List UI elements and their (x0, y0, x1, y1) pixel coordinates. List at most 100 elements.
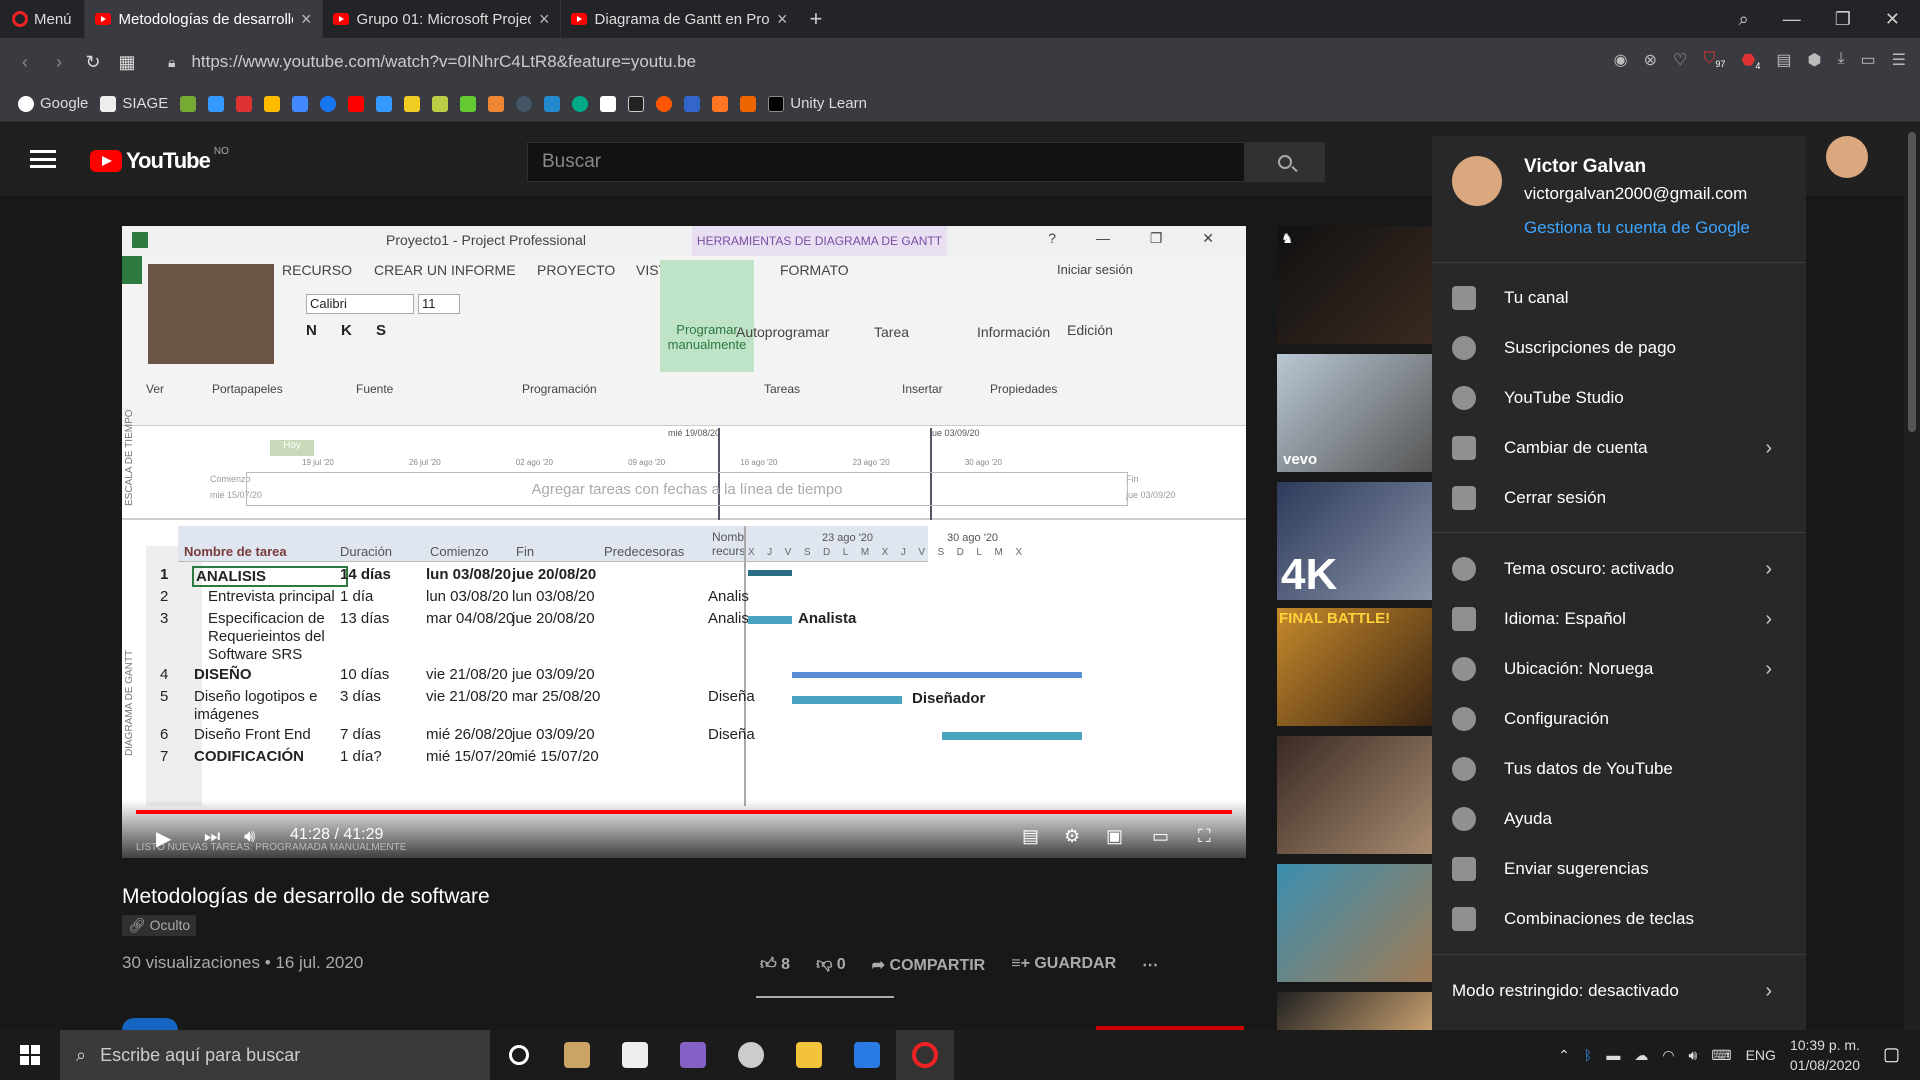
bookmark-icon[interactable] (516, 95, 533, 112)
bookmark-icon[interactable] (376, 95, 393, 112)
browser-tab-2[interactable]: Grupo 01: Microsoft Projec × (321, 0, 560, 38)
reload-icon[interactable]: ↻ (76, 52, 110, 73)
menu-item-dark-theme[interactable]: Tema oscuro: activado › (1432, 544, 1806, 594)
menu-item-location[interactable]: Ubicación: Noruega › (1432, 644, 1806, 694)
menu-item-your-data[interactable]: Tus datos de YouTube (1432, 744, 1806, 794)
bookmark-icon[interactable] (544, 95, 561, 112)
clock[interactable]: 10:39 p. m. 01/08/2020 (1790, 1035, 1860, 1075)
menu-item-feedback[interactable]: Enviar sugerencias (1432, 844, 1806, 894)
close-tab-icon[interactable]: × (777, 9, 788, 30)
bookmark-icon[interactable] (208, 95, 225, 112)
bookmark-unity-learn[interactable]: Unity Learn (768, 95, 867, 112)
menu-item-sign-out[interactable]: Cerrar sesión (1432, 473, 1806, 523)
bookmark-icon[interactable] (684, 95, 701, 112)
youtube-logo[interactable]: YouTube NO (90, 146, 229, 174)
save-button[interactable]: ≡+ GUARDAR (1011, 955, 1116, 975)
browser-tab-1[interactable]: Metodologías de desarrollo × (83, 0, 322, 38)
adblock-plus-icon[interactable]: ⬣4 (1741, 50, 1760, 71)
bookmark-icon[interactable] (572, 95, 589, 112)
lock-icon[interactable]: 🔒︎ (168, 54, 175, 71)
fullscreen-icon[interactable]: ⛶ (1198, 826, 1211, 847)
menu-item-restricted-mode[interactable]: Modo restringido: desactivado › (1432, 966, 1806, 1016)
volume-icon[interactable]: 🔊︎ (244, 826, 255, 847)
duolingo-icon[interactable] (460, 95, 477, 112)
url-field[interactable]: https://www.youtube.com/watch?v=0INhrC4L… (191, 52, 696, 72)
ublock-icon[interactable]: ⛉97 (1703, 50, 1725, 71)
menu-item-keyboard-shortcuts[interactable]: Combinaciones de teclas (1432, 894, 1806, 944)
share-button[interactable]: ➦ COMPARTIR (872, 955, 986, 975)
bookmark-icon[interactable] (180, 95, 197, 112)
download-icon[interactable]: ⤓ (1837, 50, 1844, 71)
subtitles-icon[interactable]: ▤ (1022, 826, 1039, 847)
play-icon[interactable] (600, 95, 617, 112)
todo-icon[interactable] (838, 1030, 896, 1080)
tracker-icon[interactable]: ⊗ (1644, 50, 1657, 71)
play-button[interactable]: ▶ (156, 826, 171, 851)
notifications-icon[interactable]: ▢ (1883, 1044, 1900, 1065)
settings-gear-icon[interactable]: ⚙ (1064, 826, 1080, 847)
page-scrollbar[interactable] (1904, 122, 1920, 1030)
manage-account-link[interactable]: Gestiona tu cuenta de Google (1524, 218, 1750, 238)
opera-menu-button[interactable]: Menú (0, 0, 84, 38)
bookmark-siage[interactable]: SIAGE (100, 95, 168, 112)
drive-icon[interactable] (264, 95, 281, 112)
miniplayer-icon[interactable]: ▣ (1106, 826, 1123, 847)
speed-dial-icon[interactable]: ▦ (110, 52, 144, 73)
forward-icon[interactable]: › (42, 52, 76, 73)
recommended-thumbnail[interactable] (1277, 864, 1433, 982)
language-indicator[interactable]: ENG (1746, 1047, 1776, 1063)
keyboard-icon[interactable]: ⌨ (1711, 1047, 1731, 1064)
close-tab-icon[interactable]: × (539, 9, 550, 30)
recommended-thumbnail[interactable]: vevo (1277, 354, 1433, 472)
tray-expand-icon[interactable]: ⌃ (1558, 1047, 1570, 1064)
next-icon[interactable]: ⏭ (204, 826, 220, 847)
minimize-icon[interactable]: — (1783, 9, 1801, 30)
menu-item-your-channel[interactable]: Tu canal (1432, 273, 1806, 323)
bookmark-google[interactable]: Google (18, 95, 88, 112)
bookmark-icon[interactable] (740, 95, 757, 112)
restore-icon[interactable]: ❐ (1835, 9, 1851, 30)
recommended-thumbnail[interactable] (1277, 736, 1433, 854)
reddit-icon[interactable] (656, 95, 673, 112)
recommended-thumbnail[interactable]: FINAL BATTLE! (1277, 608, 1433, 726)
video-player[interactable]: Proyecto1 - Project Professional HERRAMI… (122, 226, 1246, 858)
menu-item-youtube-studio[interactable]: YouTube Studio (1432, 373, 1806, 423)
unity-icon[interactable] (606, 1030, 664, 1080)
bookmark-icon[interactable] (628, 95, 645, 112)
app-icon[interactable] (548, 1030, 606, 1080)
bluetooth-icon[interactable]: ᛒ (1584, 1047, 1592, 1063)
obs-icon[interactable] (722, 1030, 780, 1080)
wallet-icon[interactable]: ⬢ (1807, 50, 1821, 71)
translate-icon[interactable] (292, 95, 309, 112)
menu-item-settings[interactable]: Configuración (1432, 694, 1806, 744)
search-button[interactable] (1245, 142, 1325, 182)
close-tab-icon[interactable]: × (301, 9, 312, 30)
cortana-icon[interactable] (490, 1030, 548, 1080)
scrollbar-thumb[interactable] (1908, 132, 1916, 432)
blogger-icon[interactable] (712, 95, 729, 112)
menu-item-help[interactable]: Ayuda (1432, 794, 1806, 844)
youtube-icon[interactable] (348, 95, 365, 112)
menu-item-switch-account[interactable]: Cambiar de cuenta › (1432, 423, 1806, 473)
start-button[interactable] (0, 1030, 60, 1080)
browser-tab-3[interactable]: Diagrama de Gantt en Proj × (559, 0, 798, 38)
file-explorer-icon[interactable] (780, 1030, 838, 1080)
avatar[interactable] (1826, 136, 1868, 178)
search-input[interactable]: Buscar (527, 142, 1245, 182)
battery-saver-icon[interactable]: ▭ (1861, 50, 1876, 71)
heart-icon[interactable]: ♡ (1673, 50, 1687, 71)
snapshot-icon[interactable]: ◉ (1614, 50, 1628, 71)
more-actions-icon[interactable]: ⋯ (1142, 955, 1158, 975)
theater-mode-icon[interactable]: ▭ (1152, 826, 1169, 847)
channel-avatar[interactable] (122, 1018, 178, 1030)
new-tab-button[interactable]: + (798, 6, 835, 32)
like-button[interactable]: 👍︎ 8 (760, 955, 790, 975)
back-icon[interactable]: ‹ (8, 52, 42, 73)
onedrive-icon[interactable]: ☁ (1634, 1047, 1648, 1064)
menu-item-paid-subscriptions[interactable]: Suscripciones de pago (1432, 323, 1806, 373)
hamburger-menu-icon[interactable] (30, 150, 56, 168)
dislike-button[interactable]: 👎︎ 0 (816, 955, 846, 975)
menu-item-language[interactable]: Idioma: Español › (1432, 594, 1806, 644)
extension-icon[interactable]: ▤ (1776, 50, 1791, 71)
facebook-icon[interactable] (320, 95, 337, 112)
